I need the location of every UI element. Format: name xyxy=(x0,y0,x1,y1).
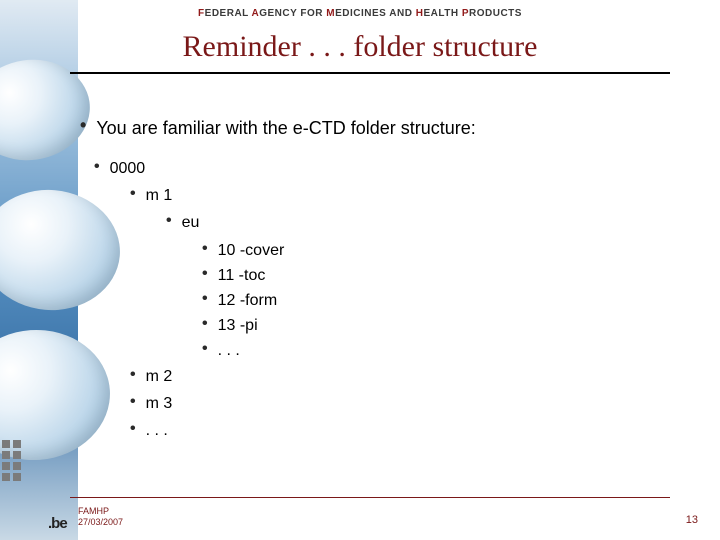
tree-label: 13 -pi xyxy=(218,314,258,337)
bullet-dot-icon: • xyxy=(202,289,208,312)
agency-header: FEDERAL AGENCY FOR MEDICINES AND HEALTH … xyxy=(0,8,720,19)
tree-eu-item: • 13 -pi xyxy=(202,314,690,337)
tree-label: . . . xyxy=(218,339,240,362)
bullet-dot-icon: • xyxy=(94,157,100,180)
tree-label: eu xyxy=(182,211,200,234)
bullet-dot-icon: • xyxy=(202,264,208,287)
tree-eu-item: • 10 -cover xyxy=(202,239,690,262)
footer-rule xyxy=(70,497,670,498)
footer-logo: .be xyxy=(48,515,67,532)
bullet-dot-icon: • xyxy=(130,419,136,442)
tree-eu-item: • . . . xyxy=(202,339,690,362)
tree-sibling: • m 2 xyxy=(130,365,690,388)
bullet-dot-icon: • xyxy=(202,314,208,337)
tree-eu: • eu xyxy=(166,211,690,234)
tree-label: m 3 xyxy=(146,392,173,415)
tree-label: m 2 xyxy=(146,365,173,388)
decor-squares xyxy=(2,440,21,481)
tree-eu-item: • 11 -toc xyxy=(202,264,690,287)
slide-title: Reminder . . . folder structure xyxy=(0,30,720,64)
bullet-intro: • You are familiar with the e-CTD folder… xyxy=(80,115,690,141)
tree-root: • 0000 xyxy=(94,157,690,180)
tree-label: . . . xyxy=(146,419,168,442)
tree-sibling: • m 3 xyxy=(130,392,690,415)
bullet-dot-icon: • xyxy=(166,211,172,234)
page-number: 13 xyxy=(686,514,698,526)
tree-label: m 1 xyxy=(146,184,173,207)
footer-date: 27/03/2007 xyxy=(78,517,123,528)
footer-left: FAMHP 27/03/2007 xyxy=(78,506,123,528)
tree-m1: • m 1 xyxy=(130,184,690,207)
folder-tree: •0000 •m 1 •eu •10 -cover •11 -toc •12 -… xyxy=(80,157,690,442)
content-area: • You are familiar with the e-CTD folder… xyxy=(80,115,690,446)
tree-label: 10 -cover xyxy=(218,239,285,262)
tree-label: 0000 xyxy=(110,157,146,180)
title-rule xyxy=(70,72,670,74)
tree-label: 12 -form xyxy=(218,289,278,312)
tree-label: 11 -toc xyxy=(218,264,266,287)
bullet-dot-icon: • xyxy=(130,365,136,388)
tree-sibling: • . . . xyxy=(130,419,690,442)
bullet-dot-icon: • xyxy=(202,339,208,362)
bullet-dot-icon: • xyxy=(130,184,136,207)
bullet-dot-icon: • xyxy=(202,239,208,262)
tree-eu-item: • 12 -form xyxy=(202,289,690,312)
slide: FEDERAL AGENCY FOR MEDICINES AND HEALTH … xyxy=(0,0,720,540)
intro-text: You are familiar with the e-CTD folder s… xyxy=(96,115,476,141)
bullet-dot-icon: • xyxy=(80,115,86,141)
bullet-dot-icon: • xyxy=(130,392,136,415)
footer-org: FAMHP xyxy=(78,506,123,517)
